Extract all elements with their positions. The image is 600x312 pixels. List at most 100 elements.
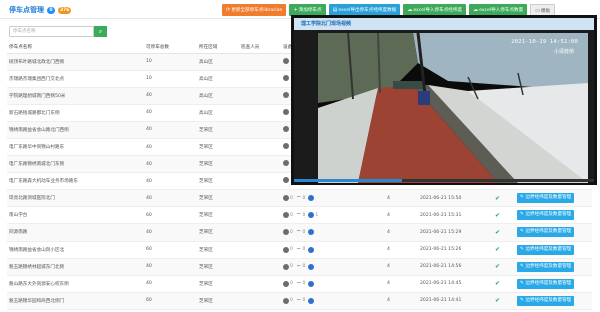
video-caption: 小清枝桥 (553, 49, 574, 55)
patrol-staff (239, 121, 281, 139)
import-excel-label: excel导入停车点经纬度 (413, 8, 463, 13)
boundary-manage-button[interactable]: ✎ 边界经纬度及数量管理 (517, 210, 575, 221)
boundary-manage-label: 边界经纬度及数量管理 (525, 212, 572, 218)
parking-capacity: 60 (144, 292, 197, 310)
device-cell: 0 ⌔ 0 (281, 241, 385, 259)
parking-capacity: 60 (144, 206, 197, 225)
device-status: 0 ⌔ 0 (283, 263, 385, 271)
parking-name: 硕顶布叶路城北政北门西侧 (7, 53, 144, 71)
parking-capacity: 40 (144, 172, 197, 191)
boundary-manage-button[interactable]: ✎ 边界经纬度及数量管理 (517, 278, 575, 289)
actions: ✎ 边界经纬度及数量管理 (515, 241, 592, 259)
wifi-icon: ⌔ (295, 263, 302, 271)
device-status: 0 ⌔ 0 (283, 246, 385, 254)
signal-status: ⌔ 0 (295, 212, 306, 220)
camera-icon (283, 280, 289, 287)
pin-status (308, 280, 315, 287)
camera-status: 0 (283, 246, 293, 253)
camera-icon (283, 160, 289, 167)
parking-capacity: 40 (144, 223, 197, 242)
video-timestamp: 2021-10-19 14:51:00 (511, 39, 578, 45)
boundary-manage-button[interactable]: ✎ 边界经纬度及数量管理 (517, 193, 575, 204)
parking-name: 锦绣南路益省会山舆小区北 (7, 241, 144, 259)
col-header: 所在区域 (197, 41, 239, 54)
check-icon: ✔ (495, 228, 501, 236)
device-cell: 0 ⌔ 0 (281, 292, 385, 310)
patrol-staff (239, 70, 281, 88)
device-status: 0 ⌔ 0 (283, 194, 385, 202)
check-icon: ✔ (495, 246, 501, 254)
add-parking-label: 添加停车点 (298, 8, 322, 13)
camera-icon (283, 246, 289, 253)
update-time: 2021-06-21 15:31 (418, 206, 493, 225)
signal-status: ⌔ 0 (295, 195, 306, 203)
camera-status: 0 (283, 263, 293, 270)
boundary-manage-button[interactable]: ✎ 边界经纬度及数量管理 (517, 295, 575, 306)
parking-capacity: 40 (144, 258, 197, 276)
actions: ✎ 边界经纬度及数量管理 (515, 275, 592, 293)
signal-status: ⌔ 0 (295, 246, 306, 254)
video-title: 理工学院北门现场视频 (294, 18, 594, 30)
check-icon: ✔ (495, 263, 501, 271)
refresh-icon: ⟳ (226, 7, 231, 13)
signal-status: ⌔ 0 (295, 297, 306, 305)
actions: ✎ 边界经纬度及数量管理 (515, 189, 592, 208)
boundary-manage-button[interactable]: ✎ 边界经纬度及数量管理 (517, 227, 575, 238)
boundary-manage-button[interactable]: ✎ 边界经纬度及数量管理 (517, 244, 575, 255)
patrol-staff (239, 87, 281, 105)
parking-capacity: 40 (144, 155, 197, 174)
boundary-manage-label: 边界经纬度及数量管理 (525, 297, 572, 303)
parking-name: 锦绣南路益省会山路北门西侧 (7, 121, 144, 139)
location-pin-icon (308, 246, 315, 253)
signal-status: ⌔ 0 (295, 280, 306, 288)
video-progress-bar[interactable] (294, 179, 594, 182)
parking-name: 琼亮北路洞城医院北门 (7, 189, 144, 208)
device-count: 4 (385, 241, 418, 259)
boundary-manage-label: 边界经纬度及数量管理 (525, 263, 572, 269)
device-status: 0 ⌔ 0 1 (283, 211, 385, 219)
wifi-icon: ⌔ (295, 280, 302, 288)
device-count: 4 (385, 292, 418, 310)
update-time: 2021-06-21 15:50 (418, 189, 493, 208)
search-row: ⌕ (9, 26, 107, 37)
patrol-staff (239, 241, 281, 259)
patrol-staff (239, 189, 281, 208)
location-pin-icon (308, 212, 315, 219)
upload-icon: ☁ (473, 7, 479, 13)
video-popup[interactable]: 理工学院北门现场视频 2021-10-19 14:51:00 小清枝桥 (291, 15, 597, 185)
table-row: 南山学台 60 芝罘区 0 ⌔ 0 1 4 2021-06-21 15:31 ✔ ✎ 边界经纬度及数… (7, 206, 592, 225)
wifi-icon: ⌔ (295, 229, 302, 237)
search-button[interactable]: ⌕ (94, 26, 107, 37)
parking-name: 学院路理想城南门西侧50米 (7, 87, 144, 105)
location-pin-icon (308, 195, 315, 202)
export-excel-label: excel导出停车点经纬度数据 (338, 8, 397, 13)
parking-area: 芝罘区 (197, 121, 239, 139)
location-pin-icon (308, 280, 315, 287)
parking-area: 高山区 (197, 53, 239, 71)
boundary-manage-button[interactable]: ✎ 边界经纬度及数量管理 (517, 261, 575, 272)
location-pin-icon (308, 297, 315, 304)
boundary-manage-label: 边界经纬度及数量管理 (525, 195, 572, 201)
patrol-staff (239, 223, 281, 242)
check-icon: ✔ (495, 211, 501, 219)
camera-feed[interactable]: 2021-10-19 14:51:00 小清枝桥 (318, 33, 588, 183)
table-row: 琼亮北路洞城医院北门 40 芝罘区 0 ⌔ 0 4 2021-06-21 15:50 ✔ ✎ 边界… (7, 189, 592, 208)
camera-icon (283, 108, 289, 115)
update-time: 2021-06-21 14:45 (418, 275, 493, 293)
update-all-button[interactable]: ⟳更新全部停车点librarian (222, 4, 287, 16)
parking-capacity: 40 (144, 87, 197, 105)
location-pin-icon (308, 229, 315, 236)
check-icon: ✔ (495, 280, 501, 288)
check-icon: ✔ (495, 194, 501, 202)
parking-area: 芝罘区 (197, 206, 239, 225)
search-input[interactable] (9, 26, 94, 37)
device-count: 4 (385, 275, 418, 293)
camera-icon (283, 195, 289, 202)
patrol-staff (239, 206, 281, 225)
parking-name: 魁玉路锦绣林超城东门北侧 (7, 258, 144, 276)
actions: ✎ 边界经纬度及数量管理 (515, 292, 592, 310)
parking-capacity: 10 (144, 53, 197, 71)
patrol-staff (239, 104, 281, 122)
pin-status: 1 (308, 212, 318, 219)
parking-capacity: 40 (144, 138, 197, 157)
